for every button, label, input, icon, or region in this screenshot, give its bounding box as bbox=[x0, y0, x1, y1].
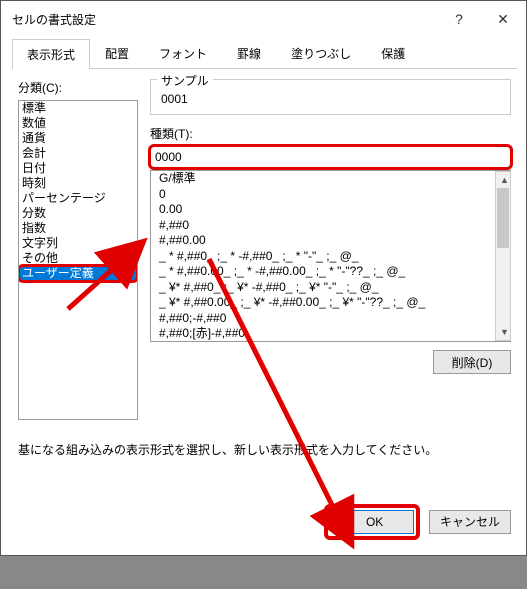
format-item[interactable]: 0.00 bbox=[155, 202, 491, 218]
category-listbox[interactable]: 標準数値通貨会計日付時刻パーセンテージ分数指数文字列その他ユーザー定義 bbox=[18, 100, 138, 420]
delete-button[interactable]: 削除(D) bbox=[433, 350, 511, 374]
category-item[interactable]: 文字列 bbox=[19, 236, 137, 251]
tab-protection[interactable]: 保護 bbox=[366, 38, 420, 68]
type-label: 種類(T): bbox=[150, 125, 511, 142]
scrollbar-thumb[interactable] bbox=[497, 188, 509, 248]
format-item[interactable]: #,##0;-#,##0 bbox=[155, 311, 491, 327]
format-item[interactable]: #,##0.00 bbox=[155, 233, 491, 249]
help-button[interactable]: ? bbox=[437, 4, 481, 34]
sample-label: サンプル bbox=[157, 72, 213, 89]
format-item[interactable]: _ ¥* #,##0_ ;_ ¥* -#,##0_ ;_ ¥* "-"_ ;_ … bbox=[155, 280, 491, 296]
format-item[interactable]: #,##0 bbox=[155, 218, 491, 234]
tab-font[interactable]: フォント bbox=[144, 38, 222, 68]
category-item[interactable]: 指数 bbox=[19, 221, 137, 236]
category-item[interactable]: 数値 bbox=[19, 116, 137, 131]
format-list-scrollbar[interactable]: ▲ ▼ bbox=[495, 171, 511, 341]
dialog-footer: OK キャンセル bbox=[4, 490, 525, 554]
category-item[interactable]: パーセンテージ bbox=[19, 191, 137, 206]
format-list[interactable]: G/標準00.00#,##0#,##0.00_ * #,##0_ ;_ * -#… bbox=[150, 170, 511, 342]
titlebar: セルの書式設定 ? ✕ bbox=[4, 4, 525, 34]
tab-fill[interactable]: 塗りつぶし bbox=[276, 38, 366, 68]
category-item[interactable]: その他 bbox=[19, 251, 137, 266]
category-item[interactable]: 日付 bbox=[19, 161, 137, 176]
format-item[interactable]: _ ¥* #,##0.00_ ;_ ¥* -#,##0.00_ ;_ ¥* "-… bbox=[155, 295, 491, 311]
format-item[interactable]: G/標準 bbox=[155, 171, 491, 187]
category-item[interactable]: 分数 bbox=[19, 206, 137, 221]
type-input[interactable] bbox=[150, 146, 511, 168]
format-item[interactable]: #,##0;[赤]-#,##0 bbox=[155, 326, 491, 341]
category-item[interactable]: 会計 bbox=[19, 146, 137, 161]
hint-text: 基になる組み込みの表示形式を選択し、新しい表示形式を入力してください。 bbox=[18, 435, 511, 458]
tab-alignment[interactable]: 配置 bbox=[90, 38, 144, 68]
category-item[interactable]: 標準 bbox=[19, 101, 137, 116]
tab-border[interactable]: 罫線 bbox=[222, 38, 276, 68]
sample-box: サンプル 0001 bbox=[150, 79, 511, 115]
format-item[interactable]: 0 bbox=[155, 187, 491, 203]
category-item[interactable]: ユーザー定義 bbox=[19, 266, 137, 281]
format-item[interactable]: _ * #,##0.00_ ;_ * -#,##0.00_ ;_ * "-"??… bbox=[155, 264, 491, 280]
format-item[interactable]: _ * #,##0_ ;_ * -#,##0_ ;_ * "-"_ ;_ @_ bbox=[155, 249, 491, 265]
window-title: セルの書式設定 bbox=[12, 11, 437, 28]
tab-strip: 表示形式 配置 フォント 罫線 塗りつぶし 保護 bbox=[12, 38, 517, 69]
category-label: 分類(C): bbox=[18, 79, 138, 96]
cancel-button[interactable]: キャンセル bbox=[429, 510, 511, 534]
sample-value: 0001 bbox=[161, 92, 500, 106]
category-item[interactable]: 時刻 bbox=[19, 176, 137, 191]
tab-number-format[interactable]: 表示形式 bbox=[12, 39, 90, 69]
ok-button[interactable]: OK bbox=[336, 510, 414, 534]
scroll-down-icon[interactable]: ▼ bbox=[496, 324, 510, 340]
close-button[interactable]: ✕ bbox=[481, 4, 525, 34]
category-item[interactable]: 通貨 bbox=[19, 131, 137, 146]
scroll-up-icon[interactable]: ▲ bbox=[496, 172, 510, 188]
